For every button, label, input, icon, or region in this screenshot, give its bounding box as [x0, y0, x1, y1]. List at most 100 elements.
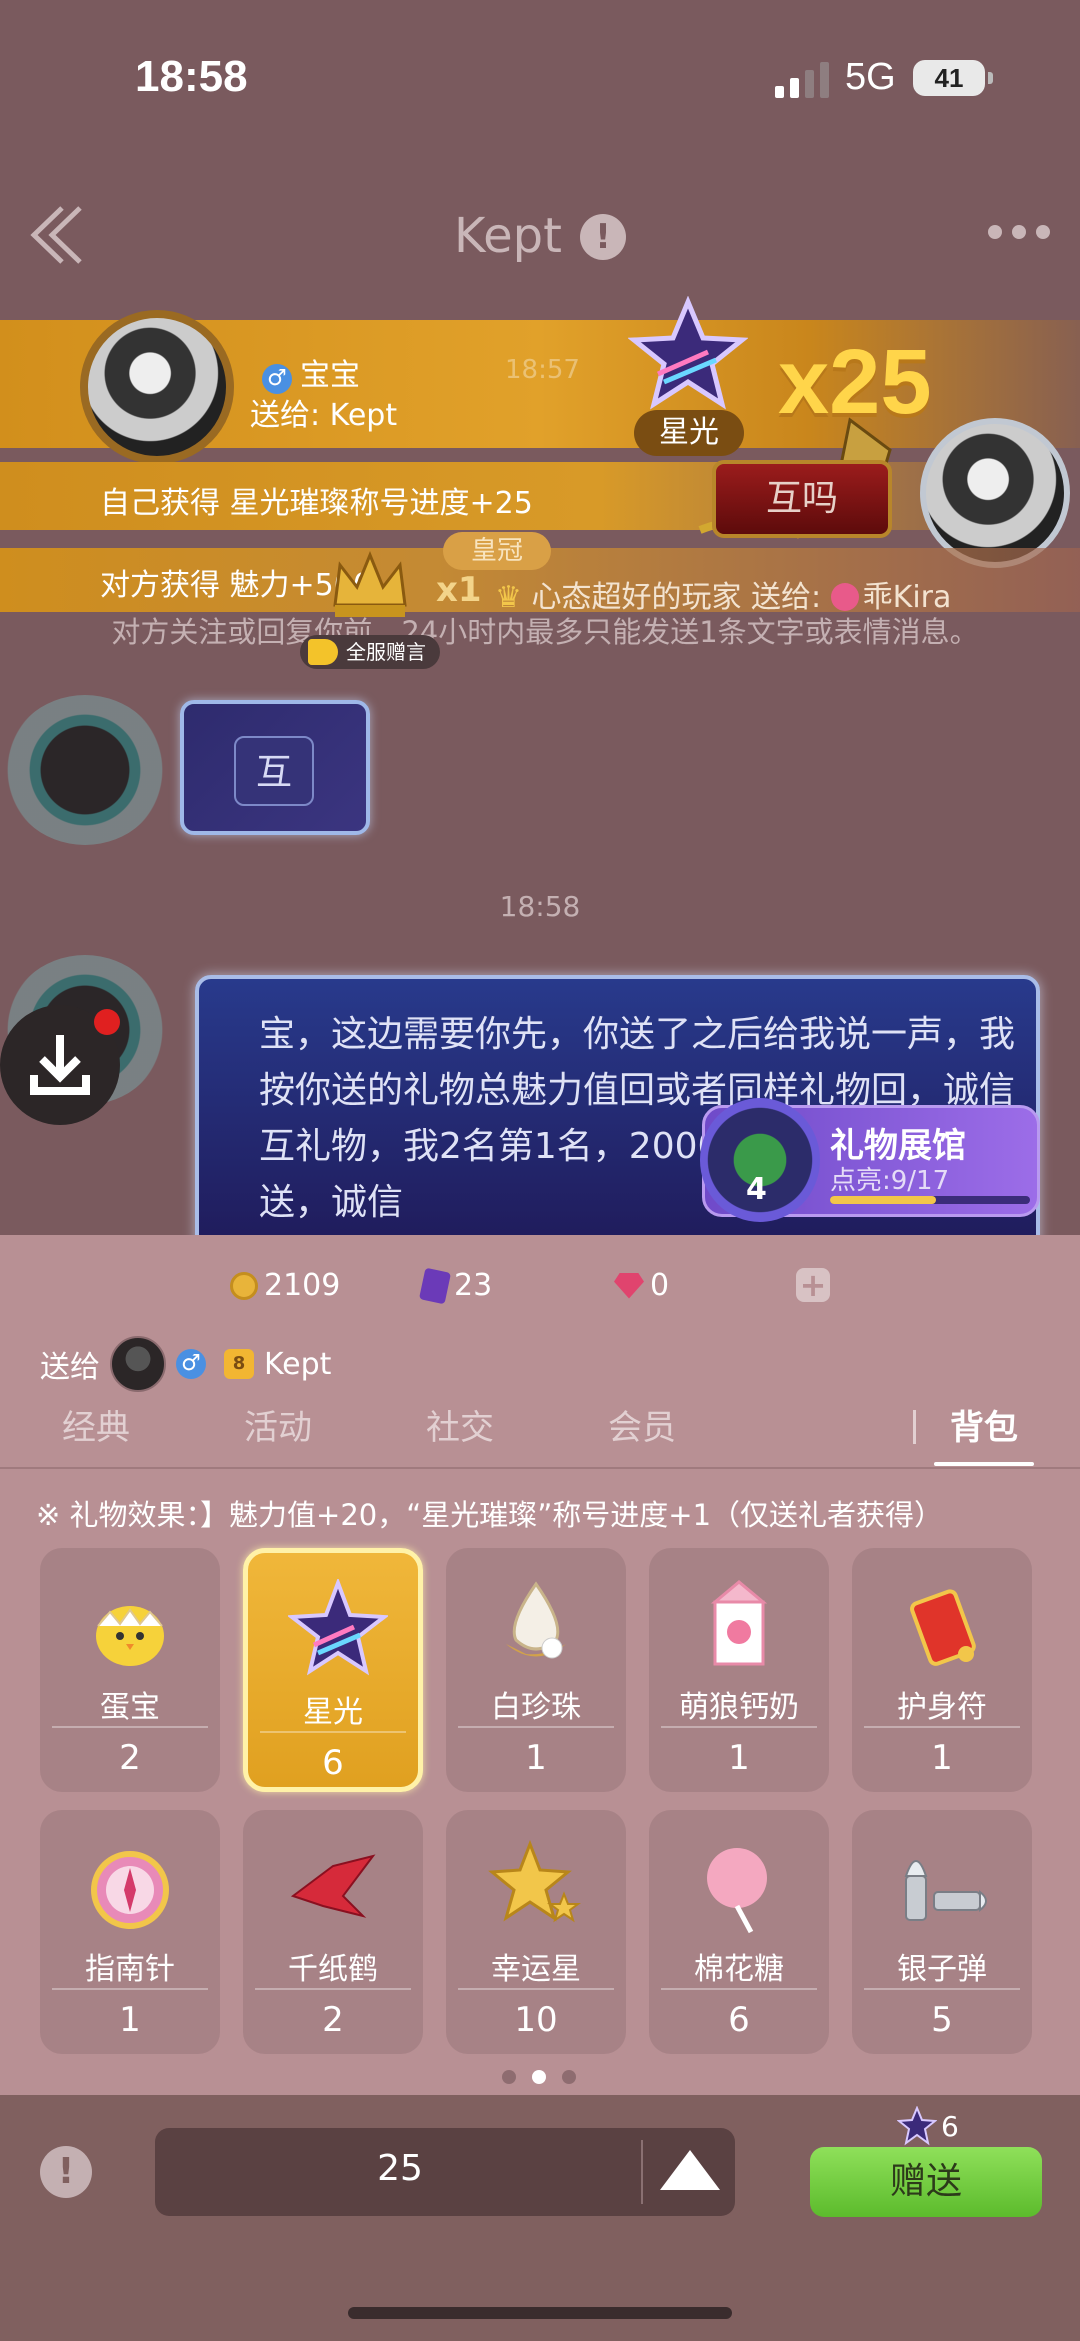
server-announce-badge[interactable]: 全服赠言: [300, 635, 440, 669]
battery-icon: 41: [913, 60, 993, 96]
nav-bar: Kept!: [0, 180, 1080, 300]
tab-backpack[interactable]: 背包: [950, 1400, 1018, 1449]
gift-item-name: 指南针: [85, 1952, 175, 1987]
report-icon[interactable]: !: [579, 214, 626, 260]
male-icon-2: ♂: [176, 1349, 206, 1379]
gift-item-name: 银子弹: [897, 1952, 987, 1987]
gem-icon: [614, 1272, 644, 1299]
gift-item-paper-crane[interactable]: 千纸鹤 2: [243, 1810, 423, 2054]
gift-item-count: 6: [728, 2000, 750, 2040]
chat-timestamp: 18:58: [499, 890, 581, 923]
status-time: 18:58: [135, 52, 248, 101]
chat-bubble[interactable]: 互: [180, 700, 370, 835]
notification-dot: [94, 1009, 120, 1035]
gift-item-name: 棉花糖: [694, 1952, 784, 1987]
bubble-text: 互: [234, 736, 314, 806]
gem-balance: 0: [614, 1268, 669, 1303]
silver-bullet-icon: [904, 1860, 987, 1921]
gift-item-name: 蛋宝: [100, 1690, 160, 1725]
page-dot-active[interactable]: [532, 2070, 546, 2084]
milk-icon: [710, 1580, 768, 1666]
tab-vip[interactable]: 会员: [608, 1400, 676, 1449]
card-balance: 23: [418, 1267, 492, 1304]
pearl-icon: [506, 1581, 566, 1659]
send-button[interactable]: 赠送: [810, 2147, 1042, 2217]
cotton-candy-icon: [707, 1848, 767, 1934]
gift-item-pearl[interactable]: 白珍珠 1: [446, 1548, 626, 1792]
gift-item-divider: [458, 1988, 614, 1990]
gift-item-name: 萌狼钙奶: [679, 1690, 799, 1725]
page-title: Kept!: [0, 208, 1080, 264]
gift-item-compass[interactable]: 指南针 1: [40, 1810, 220, 2054]
chat-partner-name: Kept: [454, 208, 562, 264]
help-icon[interactable]: !: [40, 2146, 92, 2198]
compass-icon: [91, 1851, 169, 1929]
gift-item-amulet[interactable]: 护身符 1: [852, 1548, 1032, 1792]
gift-item-count: 1: [931, 1738, 953, 1778]
gift-item-count: 5: [931, 2000, 953, 2040]
page-dot[interactable]: [502, 2070, 516, 2084]
recharge-plus-icon[interactable]: +: [796, 1268, 830, 1302]
signal-icon: [775, 62, 829, 98]
coin-icon: [230, 1271, 258, 1300]
send-to-row[interactable]: 送给 ♂ 8 Kept: [40, 1336, 331, 1392]
star-icon: [288, 1579, 388, 1676]
gift-item-count: 2: [119, 1738, 141, 1778]
gift-item-star[interactable]: 星光 6: [243, 1548, 423, 1792]
page-dot[interactable]: [562, 2070, 576, 2084]
quantity-value[interactable]: 25: [155, 2148, 645, 2189]
gift-item-divider: [661, 1988, 817, 1990]
download-button[interactable]: [0, 1005, 120, 1125]
gift-item-divider: [260, 1731, 406, 1733]
gift-effect-text: ※ 礼物效果：】魅力值+20，“星光璀璨”称号进度+1（仅送礼者获得）: [36, 1498, 944, 1532]
gift-item-name: 白珍珠: [491, 1690, 581, 1725]
sender-name: ♂ 宝宝: [262, 350, 360, 394]
gift-item-divider: [52, 1988, 208, 1990]
system-message: 对方关注或回复你前，24小时内最多只能发送1条文字或表情消息。: [111, 615, 979, 649]
ghost-timestamp: 18:57: [505, 355, 580, 385]
send-item-count: 6: [897, 2106, 959, 2146]
coin-balance: 2109: [230, 1268, 340, 1303]
mutual-gift-button[interactable]: 互吗: [712, 460, 892, 538]
partner-avatar[interactable]: [5, 695, 165, 845]
amulet-icon: [910, 1589, 976, 1666]
more-icon[interactable]: [988, 225, 1050, 239]
sender-avatar[interactable]: [80, 310, 234, 464]
gallery-progress-bar: [830, 1196, 1030, 1204]
page-indicator: [502, 2070, 576, 2084]
network-label: 5G: [845, 56, 896, 98]
card-icon: [418, 1267, 452, 1304]
quantity-divider: [641, 2140, 643, 2204]
tab-classic[interactable]: 经典: [62, 1400, 130, 1449]
gift-item-count: 1: [119, 2000, 141, 2040]
gift-item-count: 10: [514, 2000, 558, 2040]
gift-item-cotton-candy[interactable]: 棉花糖 6: [649, 1810, 829, 2054]
tab-social[interactable]: 社交: [426, 1400, 494, 1449]
tab-activity[interactable]: 活动: [244, 1400, 312, 1449]
gift-item-egg-chick[interactable]: 蛋宝 2: [40, 1548, 220, 1792]
quantity-up-icon[interactable]: [660, 2150, 720, 2190]
recipient-avatar[interactable]: [920, 418, 1070, 568]
egg-chick-icon: [96, 1606, 164, 1666]
gift-tabs: 经典 活动 社交 会员 背包: [0, 1400, 1080, 1470]
lucky-star-icon: [488, 1839, 581, 1923]
gift-item-name: 幸运星: [491, 1952, 581, 1987]
gift-item-lucky-star[interactable]: 幸运星 10: [446, 1810, 626, 2054]
gallery-progress-text: 点亮:9/17: [830, 1166, 950, 1196]
paper-crane-icon: [290, 1854, 376, 1918]
gift-item-name: 护身符: [897, 1690, 987, 1725]
gift-item-milk[interactable]: 萌狼钙奶 1: [649, 1548, 829, 1792]
send-to-label: 送给: [40, 1350, 100, 1385]
gift-item-count: 1: [525, 1738, 547, 1778]
home-indicator[interactable]: [348, 2307, 732, 2319]
gift-recipient: 送给: Kept: [250, 398, 398, 433]
tab-active-indicator: [934, 1462, 1034, 1466]
gift-item-silver-bullet[interactable]: 银子弹 5: [852, 1810, 1032, 2054]
gift-item-count: 6: [322, 1743, 344, 1783]
gift-item-count: 2: [322, 2000, 344, 2040]
recipient-name: Kept: [264, 1346, 332, 1382]
gift-item-name: 星光: [303, 1695, 363, 1730]
recipient-small-avatar: [110, 1336, 166, 1392]
star-gift-icon: [628, 296, 748, 410]
status-bar: 18:58 5G 41: [0, 0, 1080, 150]
